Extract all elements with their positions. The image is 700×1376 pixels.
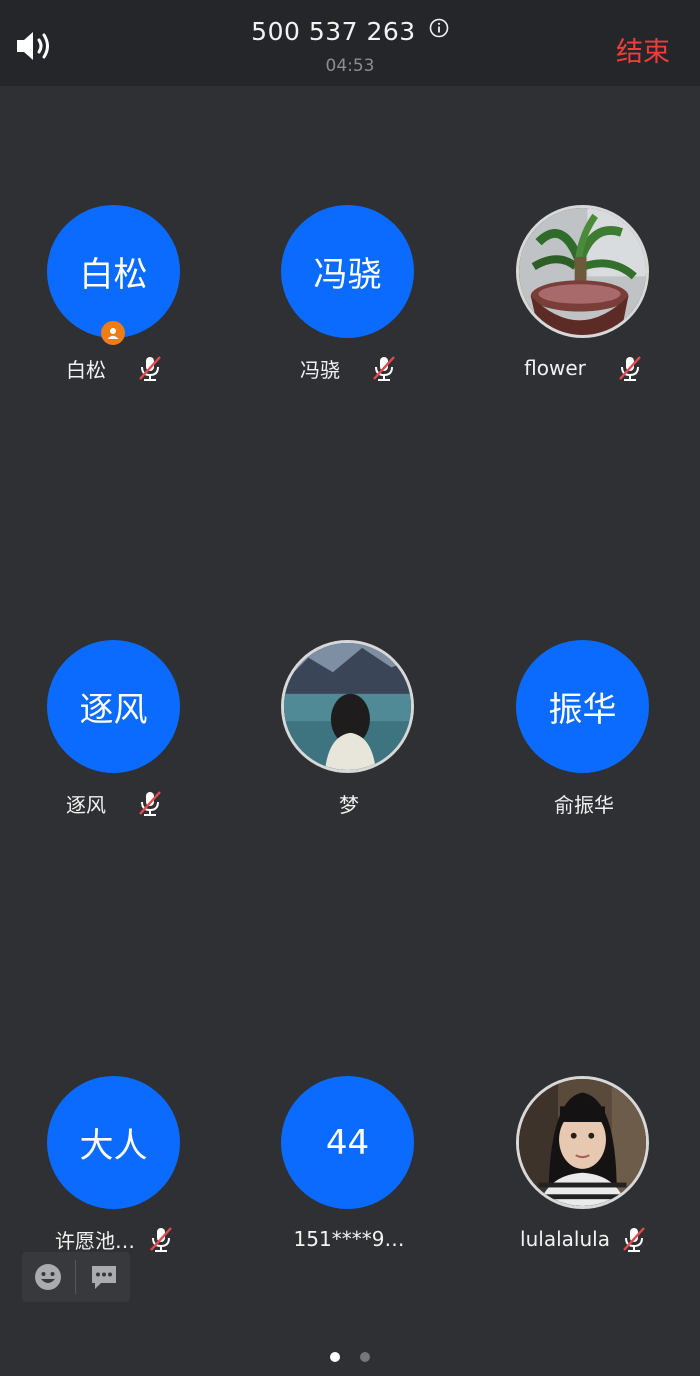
chat-bubble-icon[interactable] [89,1262,119,1292]
top-bar: 500 537 263 04:53 结束 [0,0,700,86]
participant-name: 许愿池… [55,1228,135,1253]
participant-avatar: 逐风 [47,640,180,773]
potted-plant-avatar [516,205,649,338]
girl-portrait-avatar [516,1076,649,1209]
participant-name: flower [524,356,586,380]
mic-muted-icon [618,356,641,381]
mic-muted-icon [139,791,161,816]
participant-tile[interactable]: 梦 [234,640,464,880]
smiley-icon[interactable] [33,1262,63,1292]
participant-tile[interactable]: 振华 俞振华 [469,640,699,880]
mic-muted-icon [139,356,161,381]
meeting-timer: 04:53 [325,56,375,76]
meeting-id: 500 537 263 [251,17,416,46]
girl-by-lake-avatar [281,640,414,773]
participant-name: 151****9… [293,1227,405,1251]
info-icon[interactable] [429,18,449,38]
end-meeting-button[interactable]: 结束 [616,30,670,69]
toolbar-divider [75,1260,76,1294]
participant-name: 白松 [66,357,106,382]
participant-tile[interactable]: 冯骁 冯骁 [234,205,464,445]
page-dot-active[interactable] [330,1352,341,1362]
participant-avatar: 冯骁 [281,205,414,338]
participant-name: lulalalula [520,1227,610,1251]
mic-muted-icon [150,1227,172,1252]
participant-tile[interactable]: 逐风 逐风 [0,640,230,880]
page-dot[interactable] [359,1352,370,1362]
participant-tile[interactable]: lulalalula [469,1076,699,1316]
participant-avatar: 振华 [516,640,649,773]
mic-muted-icon [623,1227,645,1252]
participant-name: 冯骁 [300,357,340,382]
participant-tile[interactable]: 白松 白松 [0,205,230,445]
meeting-info[interactable]: 500 537 263 [0,17,700,46]
page-indicator[interactable] [0,1347,700,1366]
host-badge-icon [101,321,125,345]
mic-muted-icon [373,356,395,381]
participant-avatar: 白松 [47,205,180,338]
participant-tile[interactable]: 44 151****9… [234,1076,464,1316]
participant-name: 逐风 [66,792,106,817]
participant-avatar: 大人 [47,1076,180,1209]
participant-name: 俞振华 [554,792,614,817]
participant-avatar: 44 [281,1076,414,1209]
participant-name: 梦 [339,792,359,817]
participant-tile[interactable]: flower [469,205,699,445]
reaction-toolbar [22,1252,130,1302]
